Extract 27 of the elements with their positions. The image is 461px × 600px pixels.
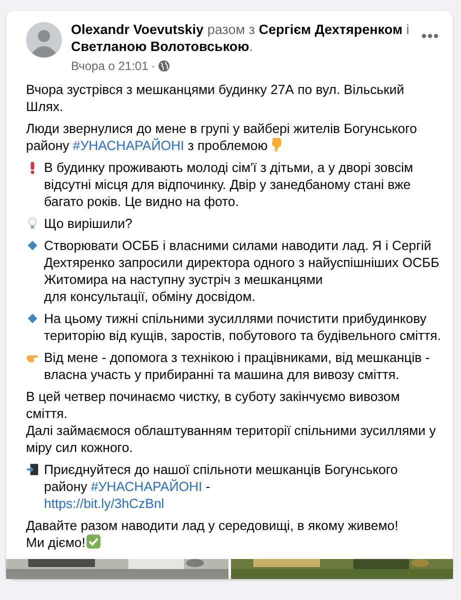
post-text: району #УНАСНАРАЙОНІ з проблемою xyxy=(26,138,268,153)
check-icon xyxy=(86,534,102,549)
post-text: На цьому тижні спільними зусиллями почистити прибудинкову територію від кущів, заростів, побутового та будівельного сміття. xyxy=(44,311,441,343)
door-icon xyxy=(26,463,39,476)
post-text: Що вирішили? xyxy=(44,216,132,231)
post-text: В будинку проживають молоді сім'ї з дітьми, а у дворі зовсім відсутні місця для відпочинку. Двір у занедбаному стані вже багато років. Це видно на фото. xyxy=(44,160,414,209)
hashtag-link[interactable]: #УНАСНАРАЙОНІ xyxy=(72,138,184,153)
post-text: Ми діємо! xyxy=(26,535,86,550)
hashtag-link[interactable]: #УНАСНАРАЙОНІ xyxy=(90,479,202,494)
post-text: Приєднуйтеся до нашої спільноти мешканців Богунського району #УНАСНАРАЙОНІ - xyxy=(44,462,398,494)
post-header: Olexandr Voevutskiy разом з Сергієм Дехтяренком і Светланою Волотовською. xyxy=(71,21,410,55)
post-text: Давайте разом наводити лад у середовищі, в якому живемо! xyxy=(26,518,398,533)
separator: · xyxy=(151,59,156,73)
globe-icon xyxy=(158,60,170,72)
post-text: Люди звернулися до мене в групі у вайбері жителів Богунського xyxy=(26,121,417,136)
post-text: Вчора зустрівся з мешканцями будинку 27А по вул. Вільський Шлях. xyxy=(26,82,404,114)
post-text: Далі займаємося облаштуванням території спільними зусиллями у міру сил кожного. xyxy=(26,423,436,455)
diamond-icon xyxy=(26,312,39,325)
post-text: В цей четвер починаємо чистку, в суботу закінчуємо вивозом сміття. xyxy=(26,389,400,421)
avatar[interactable] xyxy=(26,22,62,58)
post-text: для консультації, обміну досвідом. xyxy=(44,289,256,304)
timestamp[interactable]: Вчора о 21:01 xyxy=(71,59,148,73)
more-options-icon[interactable] xyxy=(421,33,439,39)
lightbulb-icon xyxy=(26,217,39,230)
url-link[interactable]: https://bit.ly/3hCzBnl xyxy=(44,496,164,511)
post-text: Від мене - допомога з технікою і працівниками, від мешканців - власна участь у прибиранні та машина для вивозу сміття. xyxy=(44,350,430,382)
diamond-icon xyxy=(26,239,39,252)
